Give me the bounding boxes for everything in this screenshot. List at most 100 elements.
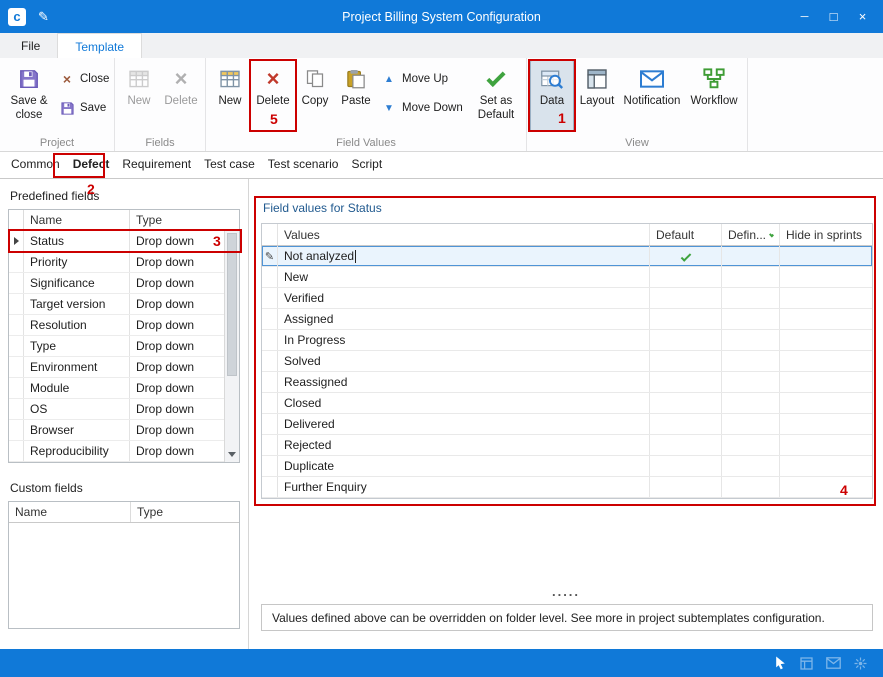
table-row[interactable]: ModuleDrop down [9,378,224,399]
defined-cell[interactable] [722,351,780,371]
defined-cell[interactable] [722,393,780,413]
layout-view-icon[interactable] [800,657,813,670]
value-row[interactable]: Assigned [262,309,872,330]
defined-cell[interactable] [722,477,780,497]
move-up-button[interactable]: ▲ Move Up [377,69,469,89]
column-header-name[interactable]: Name [9,502,131,522]
column-header-type[interactable]: Type [131,502,239,522]
value-cell[interactable]: Rejected [278,435,650,455]
paste-button[interactable]: Paste [335,60,377,132]
values-delete-button[interactable]: × Delete [251,60,295,132]
default-cell[interactable] [650,267,722,287]
defined-cell[interactable] [722,456,780,476]
hide-cell[interactable] [780,435,872,455]
table-row-status[interactable]: Status Drop down [9,231,224,252]
tab-test-case[interactable]: Test case [201,152,258,178]
table-row[interactable]: Target versionDrop down [9,294,224,315]
hide-cell[interactable] [780,330,872,350]
value-row[interactable]: Reassigned [262,372,872,393]
close-button[interactable]: × [848,5,877,29]
table-row[interactable]: ReproducibilityDrop down [9,441,224,462]
maximize-button[interactable]: □ [819,5,848,29]
table-row[interactable]: TypeDrop down [9,336,224,357]
workflow-view-icon[interactable] [854,657,867,670]
minimize-button[interactable]: ─ [790,5,819,29]
value-row[interactable]: Rejected [262,435,872,456]
table-row[interactable]: SignificanceDrop down [9,273,224,294]
hide-cell[interactable] [780,414,872,434]
value-row[interactable]: Verified [262,288,872,309]
values-new-button[interactable]: New [209,60,251,132]
fields-new-button[interactable]: New [118,60,160,132]
column-header-type[interactable]: Type [130,210,239,230]
value-cell[interactable]: Closed [278,393,650,413]
column-header-name[interactable]: Name [24,210,130,230]
hide-cell[interactable] [780,288,872,308]
value-cell[interactable]: Delivered [278,414,650,434]
hide-cell[interactable] [780,267,872,287]
value-row[interactable]: In Progress [262,330,872,351]
copy-button[interactable]: Copy [295,60,335,132]
hide-cell[interactable] [780,372,872,392]
default-cell[interactable] [650,456,722,476]
default-cell[interactable] [650,414,722,434]
tab-script[interactable]: Script [348,152,385,178]
value-cell[interactable]: New [278,267,650,287]
value-row[interactable]: Duplicate [262,456,872,477]
hide-cell[interactable] [780,393,872,413]
value-cell[interactable]: Duplicate [278,456,650,476]
value-cell[interactable]: Assigned [278,309,650,329]
default-cell[interactable] [650,351,722,371]
table-row[interactable]: BrowserDrop down [9,420,224,441]
default-cell[interactable] [650,393,722,413]
defined-cell[interactable] [722,435,780,455]
column-header-hide-in-sprints[interactable]: Hide in sprints [780,224,872,245]
defined-cell[interactable] [722,372,780,392]
defined-cell[interactable] [722,309,780,329]
tab-defect[interactable]: Defect [70,152,113,178]
save-and-close-button[interactable]: Save & close [3,60,55,132]
hide-cell[interactable] [780,246,872,266]
default-cell[interactable] [650,309,722,329]
defined-cell[interactable] [722,330,780,350]
default-cell[interactable] [650,288,722,308]
column-header-defined[interactable]: Defin... [722,224,780,245]
close-template-button[interactable]: × Close [55,69,111,89]
hide-cell[interactable] [780,309,872,329]
defined-cell[interactable] [722,288,780,308]
value-cell[interactable]: Solved [278,351,650,371]
data-view-button[interactable]: Data [530,60,574,132]
notification-view-icon[interactable] [826,657,841,669]
scrollbar-thumb[interactable] [227,233,237,376]
ribbon-tab-file[interactable]: File [4,33,57,58]
hide-cell[interactable] [780,351,872,371]
table-row[interactable]: OSDrop down [9,399,224,420]
tab-common[interactable]: Common [8,152,63,178]
table-row[interactable]: ResolutionDrop down [9,315,224,336]
value-row-editing[interactable]: ✎ Not analyzed [262,246,872,267]
default-cell[interactable] [650,246,722,266]
value-row[interactable]: Delivered [262,414,872,435]
hide-cell[interactable] [780,456,872,476]
defined-cell[interactable] [722,414,780,434]
splitter-handle[interactable]: ..... [249,584,883,599]
table-row[interactable]: EnvironmentDrop down [9,357,224,378]
fields-delete-button[interactable]: × Delete [160,60,202,132]
value-row[interactable]: Further Enquiry [262,477,872,498]
hide-cell[interactable] [780,477,872,497]
default-cell[interactable] [650,477,722,497]
default-cell[interactable] [650,435,722,455]
tab-test-scenario[interactable]: Test scenario [265,152,342,178]
layout-view-button[interactable]: Layout [574,60,620,132]
default-cell[interactable] [650,372,722,392]
value-row[interactable]: New [262,267,872,288]
workflow-view-button[interactable]: Workflow [684,60,744,132]
default-cell[interactable] [650,330,722,350]
value-cell[interactable]: In Progress [278,330,650,350]
move-down-button[interactable]: ▼ Move Down [377,98,469,118]
value-cell[interactable]: Reassigned [278,372,650,392]
set-as-default-button[interactable]: Set as Default [469,60,523,132]
value-cell[interactable]: Further Enquiry [278,477,650,497]
table-row[interactable]: PriorityDrop down [9,252,224,273]
data-view-icon[interactable] [774,656,787,670]
